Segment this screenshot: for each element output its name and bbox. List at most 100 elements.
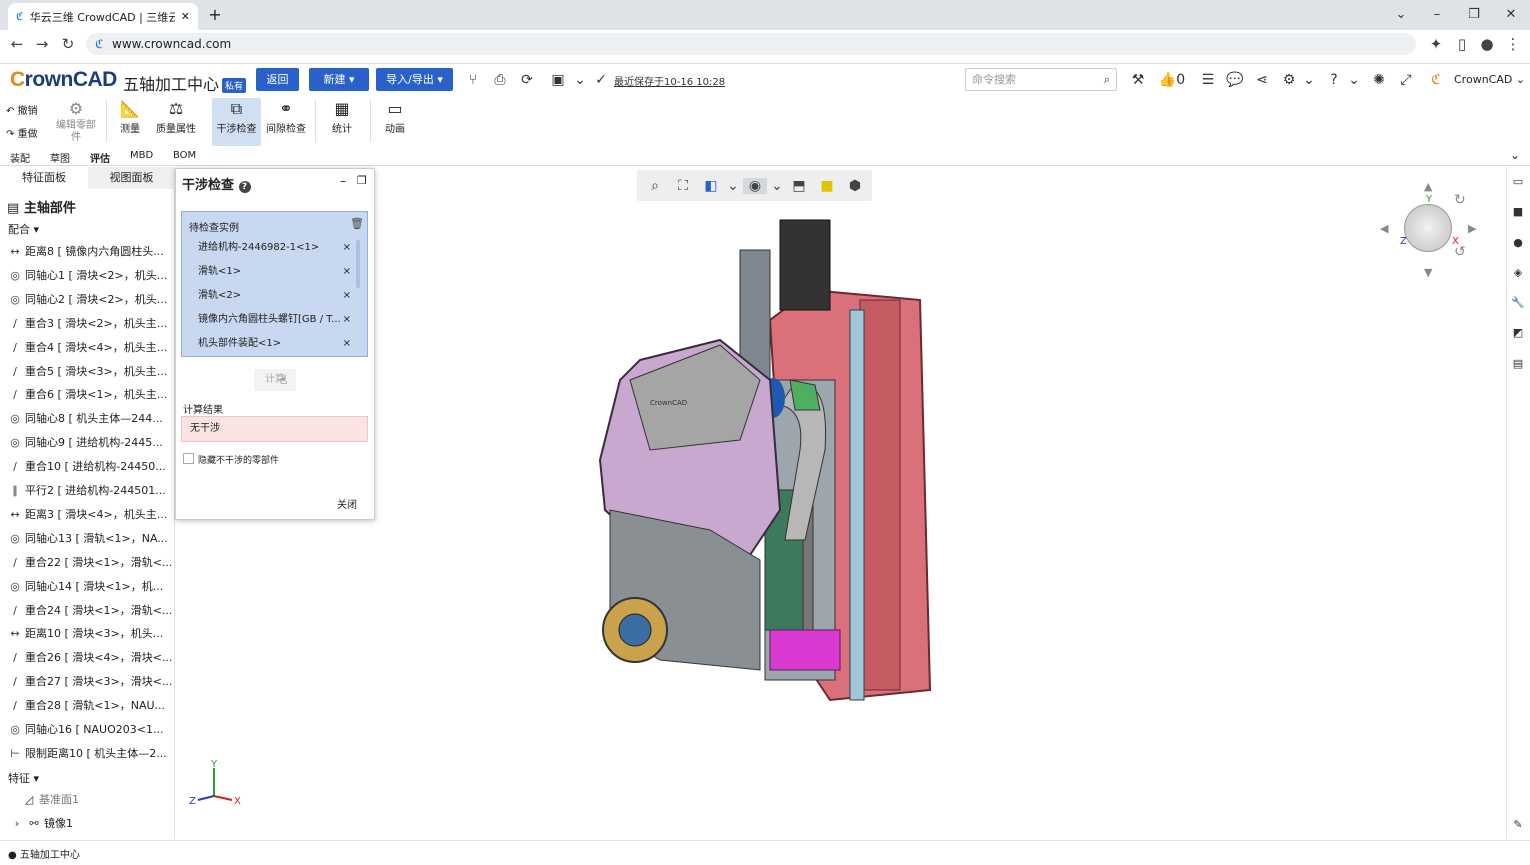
- profile-icon[interactable]: ●: [1478, 35, 1496, 53]
- help-icon[interactable]: ?: [238, 181, 251, 193]
- section-view-icon[interactable]: ⬒: [787, 178, 811, 194]
- user-menu[interactable]: CrownCAD ⌄: [1454, 73, 1525, 86]
- restore-icon[interactable]: ❐: [1464, 5, 1484, 25]
- back-icon[interactable]: ←: [8, 35, 26, 53]
- instance-item[interactable]: 滑轨<2> ×: [198, 286, 363, 306]
- mates-header[interactable]: 配合 ▾: [8, 221, 39, 237]
- instance-item[interactable]: 进给机构-2446982-1<1> ×: [198, 238, 363, 258]
- tree-item-mate[interactable]: ◎ 同轴心13 [ 滑轨<1>，NA...: [8, 528, 173, 550]
- tree-item-mate[interactable]: ∕ 重合28 [ 滑轨<1>，NAU...: [8, 695, 173, 717]
- settings-icon[interactable]: ⚙: [1280, 71, 1298, 89]
- zoom-icon[interactable]: ⌕: [643, 178, 667, 194]
- popout-dialog-icon[interactable]: ❐: [357, 174, 367, 187]
- arrow-right-icon[interactable]: ▶: [1468, 222, 1476, 235]
- instance-item[interactable]: 滑轨<1> ×: [198, 262, 363, 282]
- tree-item-mate[interactable]: ∕ 重合5 [ 滑块<3>，机头主...: [8, 361, 173, 383]
- tab-evaluate[interactable]: 评估: [90, 150, 110, 165]
- side-panel-icon[interactable]: ▯: [1453, 35, 1471, 53]
- tree-item-mate[interactable]: ∥ 平行2 [ 进给机构-244501...: [8, 480, 173, 502]
- tree-item-mate[interactable]: ∕ 重合22 [ 滑块<1>，滑轨<...: [8, 552, 173, 574]
- refresh-icon[interactable]: ⟳: [518, 71, 536, 89]
- instance-item[interactable]: 镜像内六角圆柱头螺钉[GB / T... ×: [198, 310, 363, 330]
- remove-instance-icon[interactable]: ×: [343, 334, 363, 354]
- appearance-icon[interactable]: ◩: [1511, 326, 1525, 340]
- fullscreen-icon[interactable]: ⤢: [1397, 71, 1415, 89]
- tree-item-mate[interactable]: ◎ 同轴心16 [ NAUO203<1...: [8, 719, 173, 741]
- tree-item-mate[interactable]: ↔ 距离8 [ 镜像内六角圆柱头...: [8, 241, 173, 263]
- remove-instance-icon[interactable]: ×: [343, 310, 363, 330]
- remove-instance-icon[interactable]: ×: [343, 286, 363, 306]
- close-dialog-button[interactable]: 关闭: [337, 496, 357, 511]
- tree-item-plane[interactable]: ◿ 基准面1: [22, 789, 187, 811]
- tree-item-mate[interactable]: ⊢ 限制距离10 [ 机头主体—2...: [8, 743, 173, 765]
- tree-item-mate[interactable]: ∕ 重合6 [ 滑块<1>，机头主...: [8, 384, 173, 406]
- url-field[interactable]: ℭ www.crowncad.com: [86, 33, 1416, 55]
- calculate-button[interactable]: 计算: [254, 369, 296, 391]
- camera-icon[interactable]: ■: [1511, 205, 1525, 219]
- tab-sketch[interactable]: 草图: [50, 150, 70, 165]
- tab-feature-panel[interactable]: 特征面板: [0, 167, 88, 189]
- expand-icon[interactable]: ›: [10, 813, 24, 835]
- settings-dropdown-icon[interactable]: ⌄: [1300, 71, 1318, 89]
- print-icon[interactable]: ⎙: [491, 71, 509, 89]
- back-button[interactable]: 返回: [256, 68, 299, 91]
- help-icon[interactable]: ?: [1325, 71, 1343, 89]
- cad-model[interactable]: CrownCAD: [590, 210, 940, 710]
- animation-button[interactable]: ▭ 动画: [379, 98, 411, 146]
- tree-item-mate[interactable]: ◎ 同轴心9 [ 进给机构-2445...: [8, 432, 173, 454]
- share-icon[interactable]: ⋖: [1253, 71, 1271, 89]
- clear-list-icon[interactable]: 🗑: [350, 217, 364, 230]
- view-cube[interactable]: ▲ ▼ ◀ ▶ ↻ ↺ Y X Z: [1378, 180, 1478, 280]
- save-icon[interactable]: ▣: [549, 71, 567, 89]
- tree-item-mate[interactable]: ∕ 重合3 [ 滑块<2>，机头主...: [8, 313, 173, 335]
- undo-button[interactable]: ↶ 撤销: [6, 102, 38, 117]
- visibility-icon[interactable]: ◉: [743, 177, 767, 194]
- rotate-cw-icon[interactable]: ↻: [1454, 192, 1466, 208]
- tab-view-panel[interactable]: 视图面板: [88, 167, 175, 189]
- edit-part-button[interactable]: ⚙ 编辑零部件: [55, 98, 97, 146]
- root-node[interactable]: ▤ 主轴部件: [7, 197, 76, 216]
- hide-non-interfering-checkbox[interactable]: [183, 453, 194, 464]
- clearance-check-button[interactable]: ⚭ 间隙检查: [264, 98, 308, 146]
- statistics-button[interactable]: ▦ 统计: [326, 98, 358, 146]
- branch-icon[interactable]: ⑂: [464, 71, 482, 89]
- interference-check-button[interactable]: ⧉ 干涉检查: [212, 98, 261, 146]
- close-window-icon[interactable]: ✕: [1501, 5, 1521, 25]
- minimize-icon[interactable]: –: [1427, 5, 1447, 25]
- tree-item-mirror[interactable]: › ⚯ 镜像1: [10, 813, 175, 835]
- new-tab-button[interactable]: +: [205, 5, 225, 25]
- redo-button[interactable]: ↷ 重做: [6, 125, 38, 140]
- import-export-button[interactable]: 导入/导出 ▾: [376, 68, 453, 91]
- help-dropdown-icon[interactable]: ⌄: [1345, 71, 1363, 89]
- extensions-icon[interactable]: ✦: [1427, 35, 1445, 53]
- view-cube-icon[interactable]: ◧: [699, 178, 723, 194]
- forward-icon[interactable]: →: [33, 35, 51, 53]
- close-tab-icon[interactable]: ✕: [181, 10, 190, 23]
- tree-item-mate[interactable]: ◎ 同轴心2 [ 滑块<2>，机头...: [8, 289, 173, 311]
- folder-icon[interactable]: ▭: [1511, 175, 1525, 189]
- tree-item-mate[interactable]: ∕ 重合26 [ 滑块<4>，滑块<...: [8, 647, 173, 669]
- browser-menu-icon[interactable]: ⋮: [1504, 35, 1522, 53]
- tab-search-icon[interactable]: ⌄: [1391, 5, 1411, 25]
- instance-item[interactable]: 机头部件装配<1> ×: [198, 334, 363, 354]
- measure-button[interactable]: 📐 测量: [114, 98, 146, 146]
- browser-tab[interactable]: ℭ 华云三维 CrowdCAD | 三维云C/ ✕: [8, 3, 198, 30]
- render-icon[interactable]: ⬢: [843, 178, 867, 194]
- library-icon[interactable]: ▤: [1511, 357, 1525, 371]
- visibility-dropdown-icon[interactable]: ⌄: [771, 178, 783, 194]
- fit-view-icon[interactable]: ⛶: [671, 178, 695, 194]
- material-icon[interactable]: ◈: [1511, 266, 1525, 280]
- tree-item-mate[interactable]: ◎ 同轴心1 [ 滑块<2>，机头...: [8, 265, 173, 287]
- mass-properties-button[interactable]: ⚖ 质量属性: [154, 98, 198, 146]
- arrow-up-icon[interactable]: ▲: [1424, 180, 1432, 193]
- view-cube-face[interactable]: [1404, 204, 1452, 252]
- tools-icon[interactable]: ⚒: [1129, 71, 1147, 89]
- tree-item-mate[interactable]: ∕ 重合27 [ 滑块<3>，滑块<...: [8, 671, 173, 693]
- features-header[interactable]: 特征 ▾: [8, 770, 39, 786]
- list-scrollbar[interactable]: [356, 240, 360, 288]
- layers-icon[interactable]: ☰: [1199, 71, 1217, 89]
- notes-icon[interactable]: ✎: [1511, 818, 1525, 832]
- new-button[interactable]: 新建 ▾: [309, 68, 369, 91]
- tree-item-mate[interactable]: ↔ 距离3 [ 滑块<4>，机头主...: [8, 504, 173, 526]
- parameter-icon[interactable]: ●: [1511, 236, 1525, 250]
